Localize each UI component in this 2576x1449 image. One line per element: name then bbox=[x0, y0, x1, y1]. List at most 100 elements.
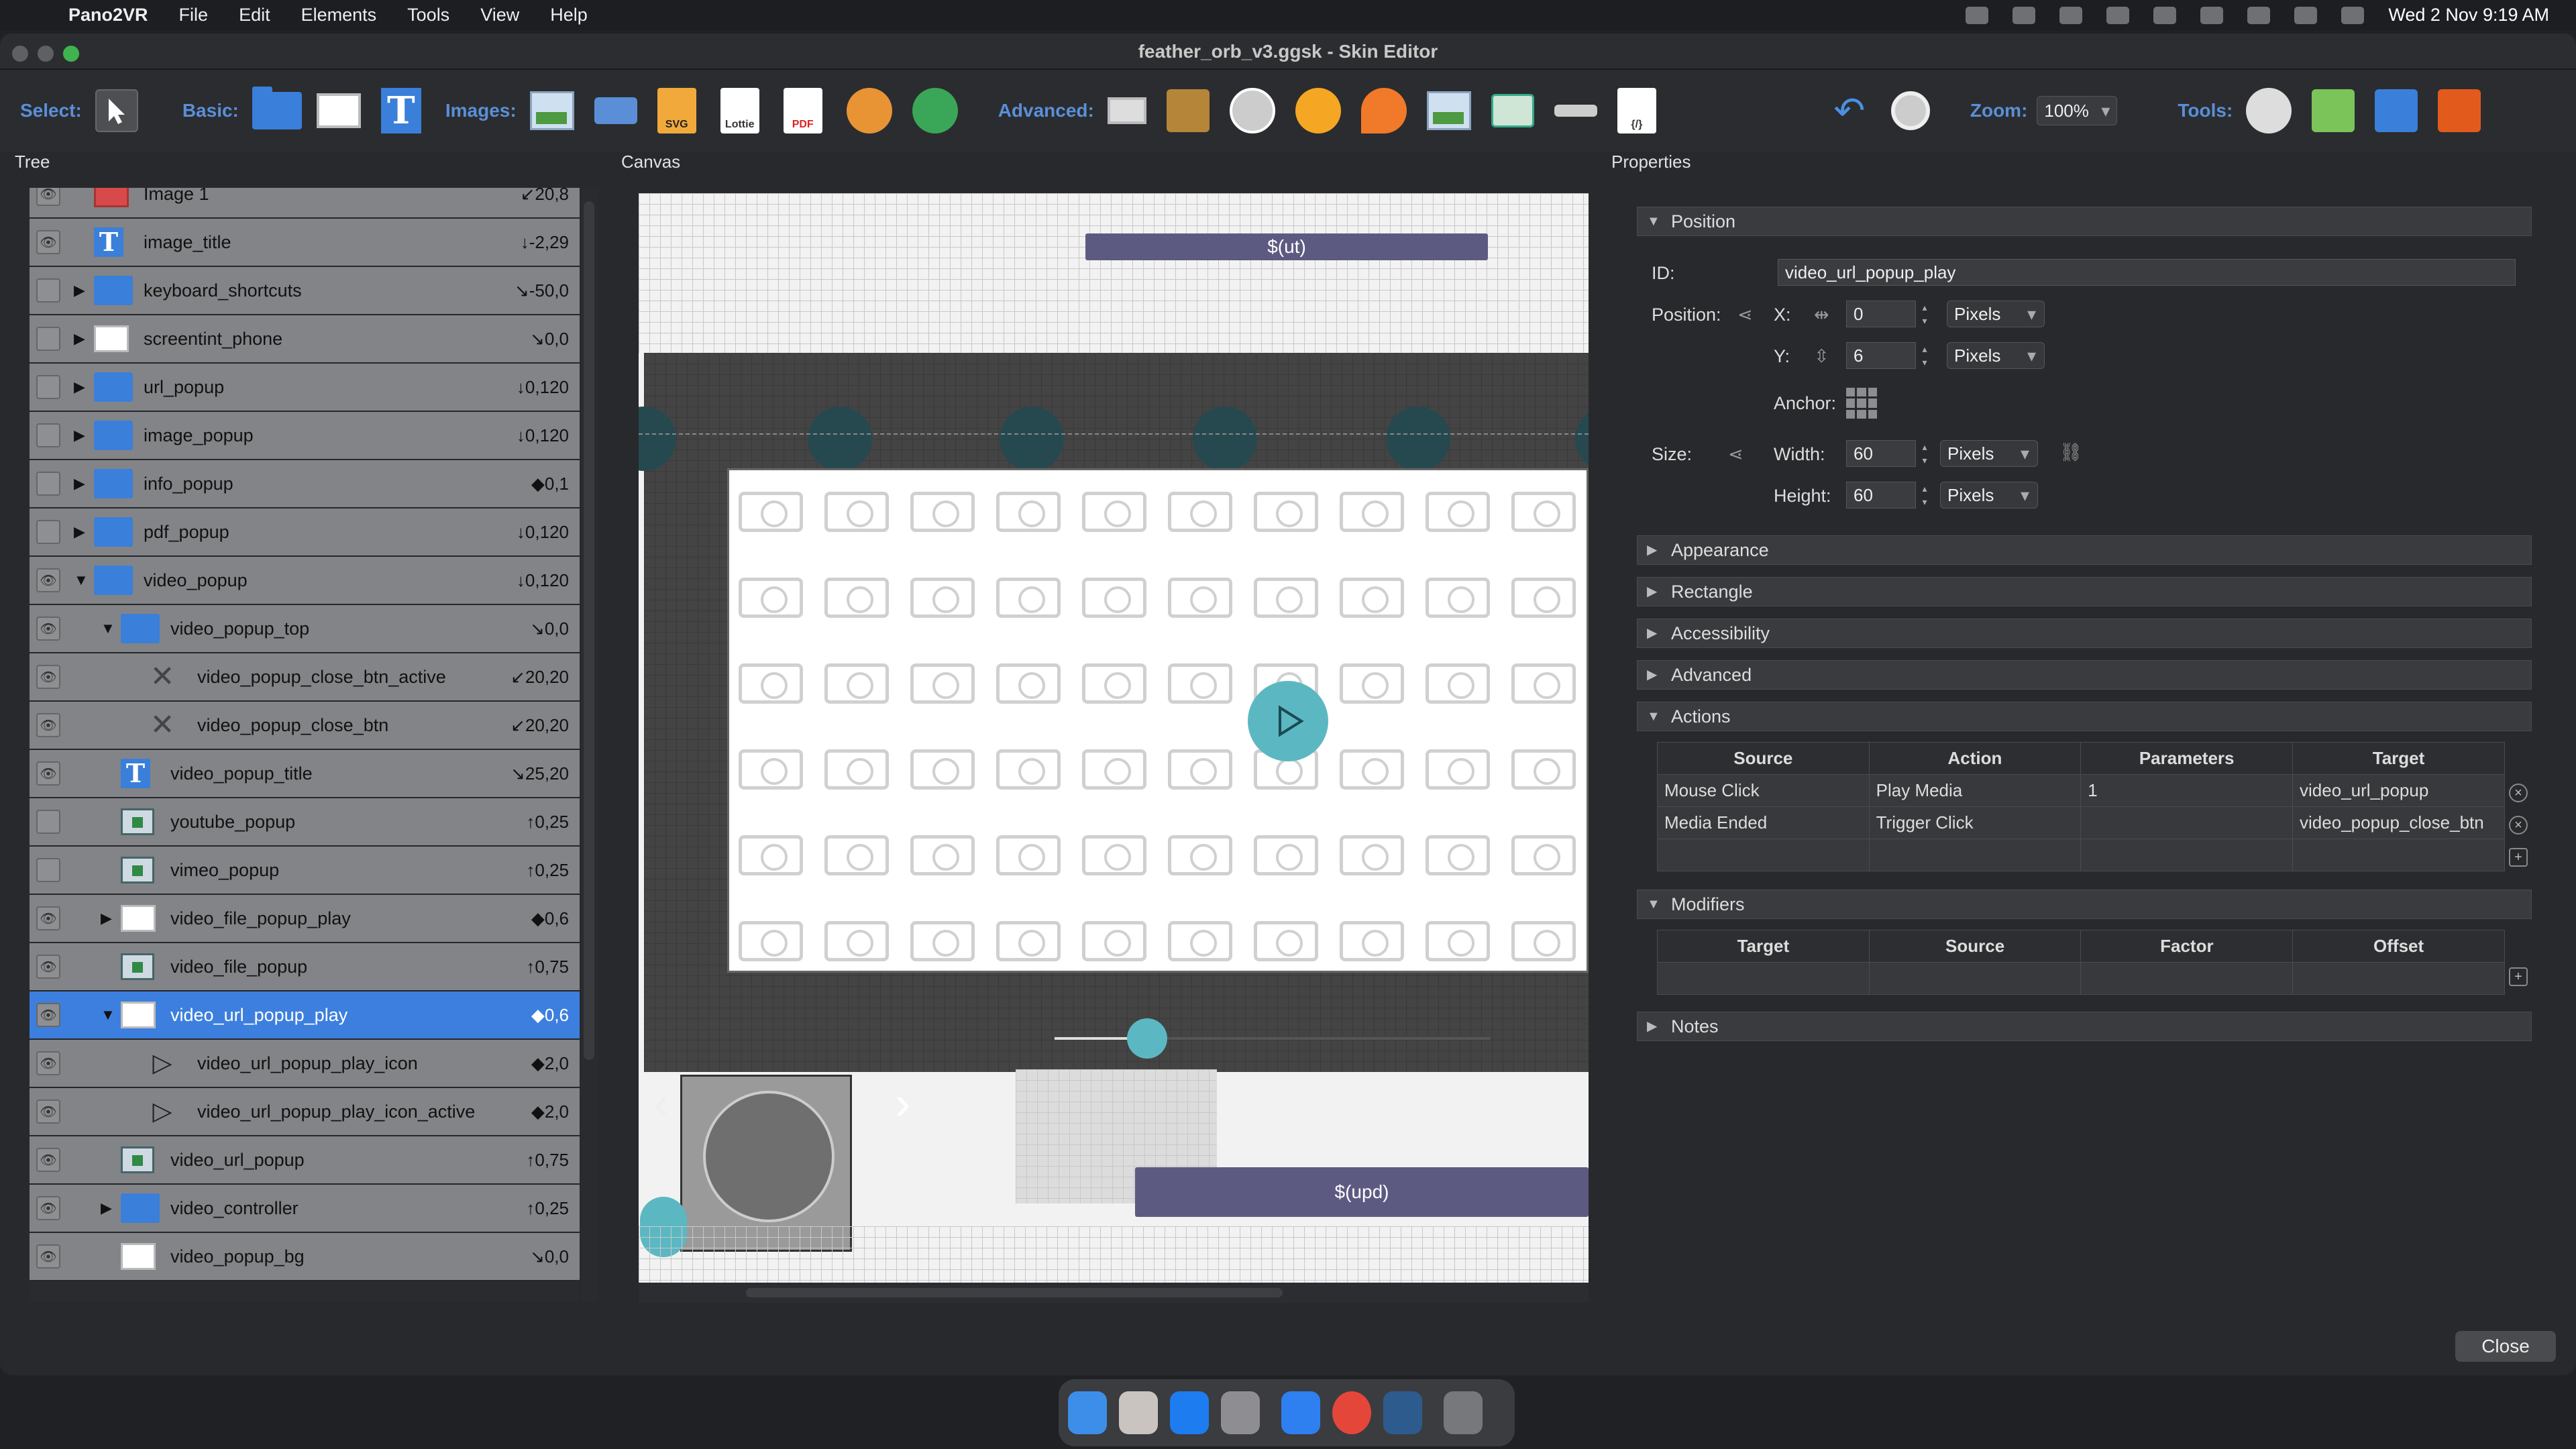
video-url-popup-play-button[interactable] bbox=[1248, 681, 1328, 761]
add-modifier-icon[interactable]: + bbox=[2509, 967, 2528, 986]
tree-row[interactable]: 👁 Image 1 ↙20,8 bbox=[30, 188, 580, 219]
visibility-checkbox[interactable] bbox=[36, 327, 60, 351]
image-tool-icon[interactable] bbox=[529, 91, 574, 130]
select-tool-button[interactable] bbox=[95, 89, 138, 132]
zoom-tool-icon[interactable] bbox=[1890, 91, 1930, 130]
add-action-icon[interactable]: + bbox=[2509, 848, 2528, 867]
chevron-right-icon[interactable]: ▶ bbox=[101, 910, 112, 927]
chevron-down-icon[interactable]: ▼ bbox=[101, 1006, 115, 1024]
tree-row[interactable]: ▶ keyboard_shortcuts ↘-50,0 bbox=[30, 267, 580, 315]
modifiers-section-header[interactable]: ▼ Modifiers bbox=[1637, 890, 2532, 919]
tree-row[interactable]: vimeo_popup ↑0,25 bbox=[30, 847, 580, 895]
visibility-checkbox[interactable] bbox=[36, 520, 60, 544]
width-field[interactable]: 60 bbox=[1846, 440, 1916, 467]
tree-scroll-thumb[interactable] bbox=[584, 201, 594, 1060]
volume-icon[interactable] bbox=[2106, 6, 2130, 24]
visibility-checkbox[interactable] bbox=[36, 423, 60, 447]
top-title-bar[interactable]: $(ut) bbox=[1085, 233, 1488, 260]
eye-icon[interactable]: 👁 bbox=[36, 713, 60, 737]
advanced-section-header[interactable]: ▶ Advanced bbox=[1637, 660, 2532, 690]
chevron-right-icon[interactable]: ▶ bbox=[74, 475, 85, 492]
trash-dock-icon[interactable] bbox=[1444, 1391, 1483, 1434]
menu-elements[interactable]: Elements bbox=[301, 5, 377, 25]
eye-icon[interactable]: 👁 bbox=[36, 230, 60, 254]
tree-row[interactable]: ▶ screentint_phone ↘0,0 bbox=[30, 315, 580, 364]
eye-icon[interactable]: 👁 bbox=[36, 1051, 60, 1075]
paint-tool-icon[interactable] bbox=[2312, 89, 2355, 132]
eye-icon[interactable]: 👁 bbox=[36, 188, 60, 206]
eye-icon[interactable]: 👁 bbox=[36, 568, 60, 592]
chart-tool-icon[interactable] bbox=[2438, 89, 2481, 132]
empty-cell[interactable] bbox=[2080, 839, 2294, 871]
tree-row[interactable]: 👁 ▶ video_controller ↑0,25 bbox=[30, 1185, 580, 1233]
tree-row[interactable]: youtube_popup ↑0,25 bbox=[30, 798, 580, 847]
tree-row[interactable]: 👁 video_popup_bg ↘0,0 bbox=[30, 1233, 580, 1281]
app-store-dock-icon[interactable] bbox=[1170, 1391, 1209, 1434]
camera-round-icon[interactable] bbox=[1000, 407, 1064, 471]
remove-action-1-icon[interactable]: × bbox=[2509, 784, 2528, 802]
empty-cell[interactable] bbox=[1868, 962, 2082, 995]
height-field[interactable]: 60 bbox=[1846, 482, 1916, 508]
chevron-right-icon[interactable]: ▶ bbox=[74, 523, 85, 541]
tree-row[interactable]: 👁 ▷ video_url_popup_play_icon_active ◆2,0 bbox=[30, 1088, 580, 1136]
actions-section-header[interactable]: ▼ Actions bbox=[1637, 702, 2532, 731]
anchor-grid[interactable] bbox=[1846, 388, 1877, 419]
table-row[interactable]: Mouse Click Play Media 1 video_url_popup bbox=[1657, 774, 2505, 807]
chevron-left-icon[interactable]: ‹ bbox=[653, 1076, 669, 1130]
tree-row[interactable]: 👁 ▼ video_popup ↓0,120 bbox=[30, 557, 580, 605]
canvas-horizontal-scrollbar[interactable] bbox=[639, 1283, 1589, 1303]
chain-link-icon[interactable]: ⛓ bbox=[2059, 441, 2082, 463]
progress-bar-tool-icon[interactable] bbox=[1554, 105, 1597, 117]
cloner-tool-icon[interactable] bbox=[1107, 97, 1146, 124]
chevron-right-icon[interactable]: › bbox=[895, 1076, 910, 1130]
x-field[interactable]: 0 bbox=[1846, 301, 1916, 327]
empty-cell[interactable] bbox=[1657, 839, 1870, 871]
lottie-tool-icon[interactable]: Lottie bbox=[720, 88, 759, 133]
table-row[interactable] bbox=[1657, 962, 2505, 995]
visibility-checkbox[interactable] bbox=[36, 810, 60, 834]
bluetooth-icon[interactable] bbox=[2200, 6, 2224, 24]
x-stepper[interactable]: ▴ ▾ bbox=[1917, 301, 1932, 327]
eye-icon[interactable]: 👁 bbox=[36, 761, 60, 786]
zoom-select[interactable]: 100% bbox=[2037, 96, 2118, 125]
menu-app-name[interactable]: Pano2VR bbox=[68, 5, 148, 25]
button-image-tool-icon[interactable] bbox=[594, 97, 637, 124]
width-stepper[interactable]: ▴ ▾ bbox=[1917, 440, 1932, 467]
map-tool-icon[interactable] bbox=[1426, 91, 1471, 130]
tree-row[interactable]: 👁 ▼ video_popup_top ↘0,0 bbox=[30, 605, 580, 653]
menu-file[interactable]: File bbox=[179, 5, 209, 25]
chevron-down-icon[interactable]: ▼ bbox=[74, 572, 89, 589]
accessibility-section-header[interactable]: ▶ Accessibility bbox=[1637, 619, 2532, 648]
tree-row[interactable]: 👁 ▶ video_file_popup_play ◆0,6 bbox=[30, 895, 580, 943]
spotlight-icon[interactable] bbox=[2294, 6, 2318, 24]
control-center-icon[interactable] bbox=[2341, 6, 2365, 24]
eye-icon[interactable]: 👁 bbox=[36, 1148, 60, 1172]
x-unit-select[interactable]: Pixels bbox=[1947, 301, 2045, 327]
chevron-right-icon[interactable]: ▶ bbox=[74, 282, 85, 299]
notes-section-header[interactable]: ▶ Notes bbox=[1637, 1012, 2532, 1041]
visibility-checkbox[interactable] bbox=[36, 472, 60, 496]
chat-round-icon[interactable] bbox=[1193, 407, 1257, 471]
rectangle-tool-icon[interactable] bbox=[316, 93, 361, 128]
action-target-cell[interactable]: video_popup_close_btn bbox=[2292, 806, 2505, 839]
tree-row[interactable]: ▶ pdf_popup ↓0,120 bbox=[30, 508, 580, 557]
chevron-right-icon[interactable]: ▶ bbox=[74, 330, 85, 347]
translate-tool-icon[interactable] bbox=[2375, 89, 2418, 132]
link-position-icon[interactable]: ⋖ bbox=[1737, 305, 1753, 325]
action-source-cell[interactable]: Mouse Click bbox=[1657, 774, 1870, 807]
tree-row[interactable]: 👁 Timage_title ↓-2,29 bbox=[30, 219, 580, 267]
document-round-icon[interactable] bbox=[1386, 407, 1450, 471]
eye-icon[interactable]: 👁 bbox=[36, 665, 60, 689]
tree-row[interactable]: 👁 video_file_popup ↑0,75 bbox=[30, 943, 580, 991]
action-parameters-cell[interactable] bbox=[2080, 806, 2294, 839]
video-tool-icon[interactable] bbox=[1491, 94, 1534, 127]
chevron-right-icon[interactable]: ▶ bbox=[101, 1199, 112, 1217]
canvas[interactable]: $(ut) › ‹ $(upd) bbox=[639, 193, 1589, 1283]
clock[interactable]: Wed 2 Nov 9:19 AM bbox=[2388, 5, 2549, 25]
finder-dock-icon[interactable] bbox=[1068, 1391, 1107, 1434]
video-url-popup-frame[interactable] bbox=[727, 468, 1589, 973]
javascript-tool-icon[interactable]: {/} bbox=[1617, 88, 1656, 133]
wifi-icon[interactable] bbox=[2247, 6, 2271, 24]
pdf-tool-icon[interactable]: PDF bbox=[783, 88, 822, 133]
table-row[interactable]: Media Ended Trigger Click video_popup_cl… bbox=[1657, 806, 2505, 839]
